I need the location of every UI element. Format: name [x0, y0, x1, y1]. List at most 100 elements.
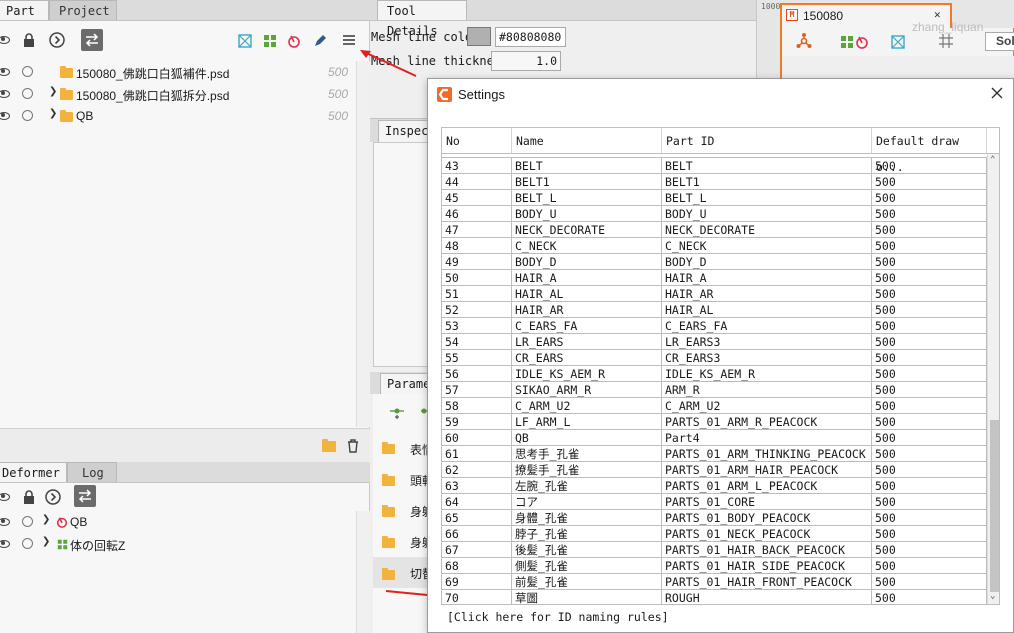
table-row[interactable]: 58 C_ARM_U2 C_ARM_U2 500: [442, 398, 987, 414]
row-name: 前髪_孔雀: [512, 574, 662, 590]
parts-table: No Name Part ID Default draw o... 43 BELT…: [441, 127, 1000, 605]
row-part-id: PARTS_01_ARM_R_PEACOCK: [662, 414, 872, 430]
row-part-id: C_NECK: [662, 238, 872, 254]
row-part-id: IDLE_KS_AEM_R: [662, 366, 872, 382]
scroll-down-icon[interactable]: ⌄: [990, 591, 995, 601]
row-draw-order: 500: [872, 318, 987, 334]
row-part-id: PARTS_01_NECK_PEACOCK: [662, 526, 872, 542]
close-icon[interactable]: [990, 86, 1004, 100]
row-draw-order: 500: [872, 430, 987, 446]
annotation-arrow: [361, 50, 417, 77]
column-header-no[interactable]: No: [442, 128, 512, 154]
id-naming-rules-link[interactable]: [Click here for ID naming rules]: [447, 610, 669, 624]
row-no: 63: [442, 478, 512, 494]
row-no: 56: [442, 366, 512, 382]
row-draw-order: 500: [872, 590, 987, 604]
row-name: 左腕_孔雀: [512, 478, 662, 494]
table-row[interactable]: 52 HAIR_AR HAIR_AL 500: [442, 302, 987, 318]
row-name: QB: [512, 430, 662, 446]
row-part-id: C_EARS_FA: [662, 318, 872, 334]
table-row[interactable]: 57 SIKAO_ARM_R ARM_R 500: [442, 382, 987, 398]
table-row[interactable]: 67 後髪_孔雀 PARTS_01_HAIR_BACK_PEACOCK 500: [442, 542, 987, 558]
table-row[interactable]: 45 BELT_L BELT_L 500: [442, 190, 987, 206]
row-draw-order: 500: [872, 302, 987, 318]
row-part-id: PARTS_01_CORE: [662, 494, 872, 510]
row-draw-order: 500: [872, 206, 987, 222]
row-no: 53: [442, 318, 512, 334]
row-part-id: PARTS_01_HAIR_SIDE_PEACOCK: [662, 558, 872, 574]
table-row[interactable]: 53 C_EARS_FA C_EARS_FA 500: [442, 318, 987, 334]
row-name: BODY_D: [512, 254, 662, 270]
table-row[interactable]: 44 BELT1 BELT1 500: [442, 174, 987, 190]
row-draw-order: 500: [872, 414, 987, 430]
row-draw-order: 500: [872, 398, 987, 414]
scrollbar-thumb[interactable]: [990, 420, 999, 592]
row-draw-order: 500: [872, 366, 987, 382]
row-no: 55: [442, 350, 512, 366]
row-draw-order: 500: [872, 190, 987, 206]
row-name: LR_EARS: [512, 334, 662, 350]
row-part-id: Part4: [662, 430, 872, 446]
row-no: 44: [442, 174, 512, 190]
row-no: 48: [442, 238, 512, 254]
row-name: 思考手_孔雀: [512, 446, 662, 462]
table-row[interactable]: 61 思考手_孔雀 PARTS_01_ARM_THINKING_PEACOCK 500: [442, 446, 987, 462]
table-row[interactable]: 64 コア PARTS_01_CORE 500: [442, 494, 987, 510]
table-row[interactable]: 43 BELT BELT 500: [442, 158, 987, 174]
row-part-id: HAIR_AL: [662, 302, 872, 318]
table-row[interactable]: 50 HAIR_A HAIR_A 500: [442, 270, 987, 286]
table-row[interactable]: 66 脖子_孔雀 PARTS_01_NECK_PEACOCK 500: [442, 526, 987, 542]
row-part-id: CR_EARS3: [662, 350, 872, 366]
row-name: LF_ARM_L: [512, 414, 662, 430]
table-row[interactable]: 69 前髪_孔雀 PARTS_01_HAIR_FRONT_PEACOCK 500: [442, 574, 987, 590]
row-name: 身體_孔雀: [512, 510, 662, 526]
row-no: 68: [442, 558, 512, 574]
row-name: コア: [512, 494, 662, 510]
table-row[interactable]: 60 QB Part4 500: [442, 430, 987, 446]
table-row[interactable]: 62 撩髪手_孔雀 PARTS_01_ARM_HAIR_PEACOCK 500: [442, 462, 987, 478]
row-draw-order: 500: [872, 542, 987, 558]
row-name: BELT_L: [512, 190, 662, 206]
table-row[interactable]: 65 身體_孔雀 PARTS_01_BODY_PEACOCK 500: [442, 510, 987, 526]
row-no: 49: [442, 254, 512, 270]
row-draw-order: 500: [872, 174, 987, 190]
row-draw-order: 500: [872, 510, 987, 526]
app-logo-icon: [437, 87, 452, 102]
table-row[interactable]: 56 IDLE_KS_AEM_R IDLE_KS_AEM_R 500: [442, 366, 987, 382]
row-draw-order: 500: [872, 446, 987, 462]
row-part-id: ROUGH: [662, 590, 872, 604]
table-row[interactable]: 54 LR_EARS LR_EARS3 500: [442, 334, 987, 350]
row-part-id: BELT1: [662, 174, 872, 190]
dialog-title: Settings: [458, 87, 505, 102]
row-part-id: HAIR_AR: [662, 286, 872, 302]
table-row[interactable]: 68 側髪_孔雀 PARTS_01_HAIR_SIDE_PEACOCK 500: [442, 558, 987, 574]
row-no: 66: [442, 526, 512, 542]
row-name: HAIR_A: [512, 270, 662, 286]
row-no: 58: [442, 398, 512, 414]
row-draw-order: 500: [872, 238, 987, 254]
column-header-part-id[interactable]: Part ID: [662, 128, 872, 154]
row-draw-order: 500: [872, 158, 987, 174]
table-row[interactable]: 59 LF_ARM_L PARTS_01_ARM_R_PEACOCK 500: [442, 414, 987, 430]
scroll-up-icon[interactable]: ⌃: [990, 155, 995, 165]
table-row[interactable]: 55 CR_EARS CR_EARS3 500: [442, 350, 987, 366]
table-row[interactable]: 49 BODY_D BODY_D 500: [442, 254, 987, 270]
column-header-draw-order[interactable]: Default draw o...: [872, 128, 987, 174]
table-row[interactable]: 63 左腕_孔雀 PARTS_01_ARM_L_PEACOCK 500: [442, 478, 987, 494]
table-row[interactable]: 47 NECK_DECORATE NECK_DECORATE 500: [442, 222, 987, 238]
row-no: 64: [442, 494, 512, 510]
row-draw-order: 500: [872, 254, 987, 270]
row-no: 52: [442, 302, 512, 318]
table-row[interactable]: 48 C_NECK C_NECK 500: [442, 238, 987, 254]
row-name: BELT1: [512, 174, 662, 190]
row-part-id: PARTS_01_HAIR_BACK_PEACOCK: [662, 542, 872, 558]
column-header-name[interactable]: Name: [512, 128, 662, 154]
table-row[interactable]: 46 BODY_U BODY_U 500: [442, 206, 987, 222]
row-no: 43: [442, 158, 512, 174]
row-name: C_NECK: [512, 238, 662, 254]
table-row[interactable]: 70 草圖 ROUGH 500: [442, 590, 987, 604]
row-name: C_EARS_FA: [512, 318, 662, 334]
row-part-id: PARTS_01_BODY_PEACOCK: [662, 510, 872, 526]
row-no: 57: [442, 382, 512, 398]
table-row[interactable]: 51 HAIR_AL HAIR_AR 500: [442, 286, 987, 302]
